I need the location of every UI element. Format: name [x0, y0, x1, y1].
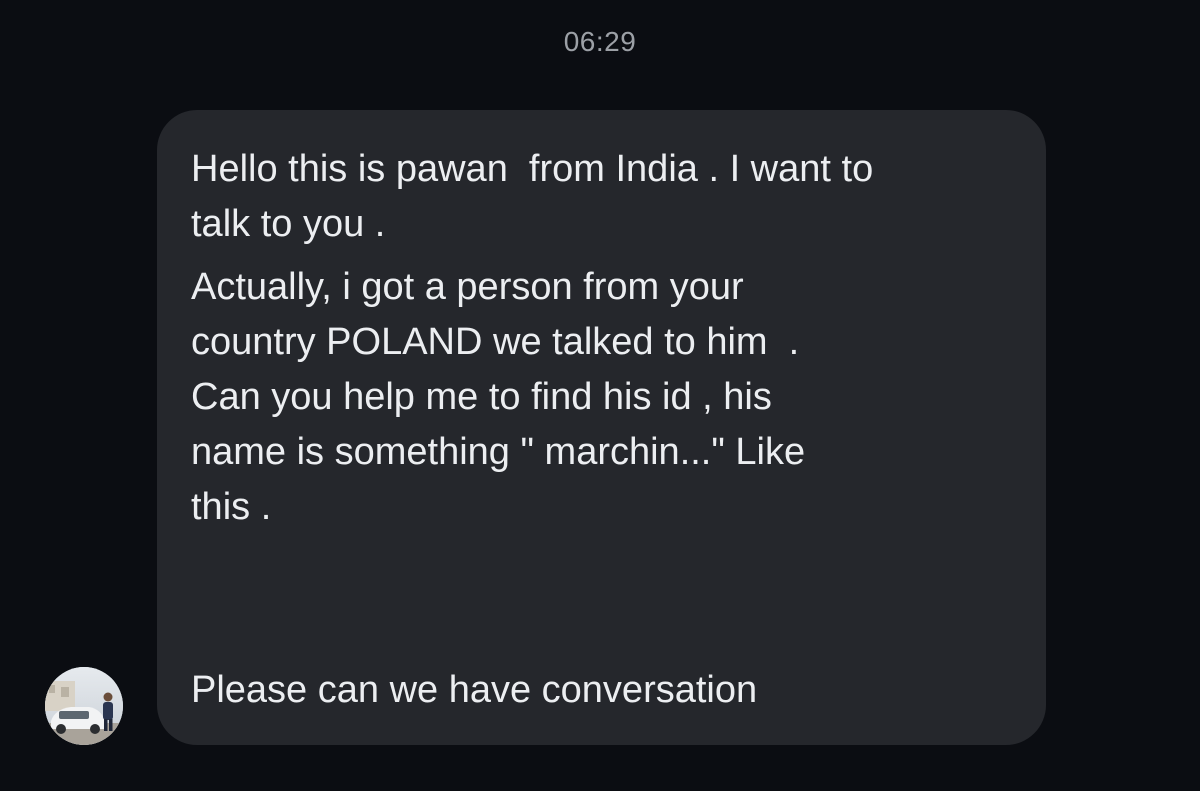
message-text-line: Actually, i got a person from your [191, 266, 744, 308]
user-avatar-photo-icon [45, 667, 123, 745]
message-text-line: Can you help me to find his id , his [191, 376, 772, 418]
received-message-bubble[interactable]: Hello this is pawan from India . I want … [157, 110, 1046, 745]
message-text-line: country POLAND we talked to him . [191, 321, 800, 363]
message-row: Hello this is pawan from India . I want … [0, 0, 1200, 791]
message-text-line: Please can we have conversation [191, 669, 758, 711]
message-text-line: name is something " marchin..." Like [191, 431, 806, 473]
message-text-line: this . [191, 486, 272, 528]
message-text-line: Hello this is pawan from India . I want … [191, 148, 874, 190]
sender-avatar[interactable] [45, 667, 123, 745]
message-text-line: talk to you . [191, 203, 386, 245]
